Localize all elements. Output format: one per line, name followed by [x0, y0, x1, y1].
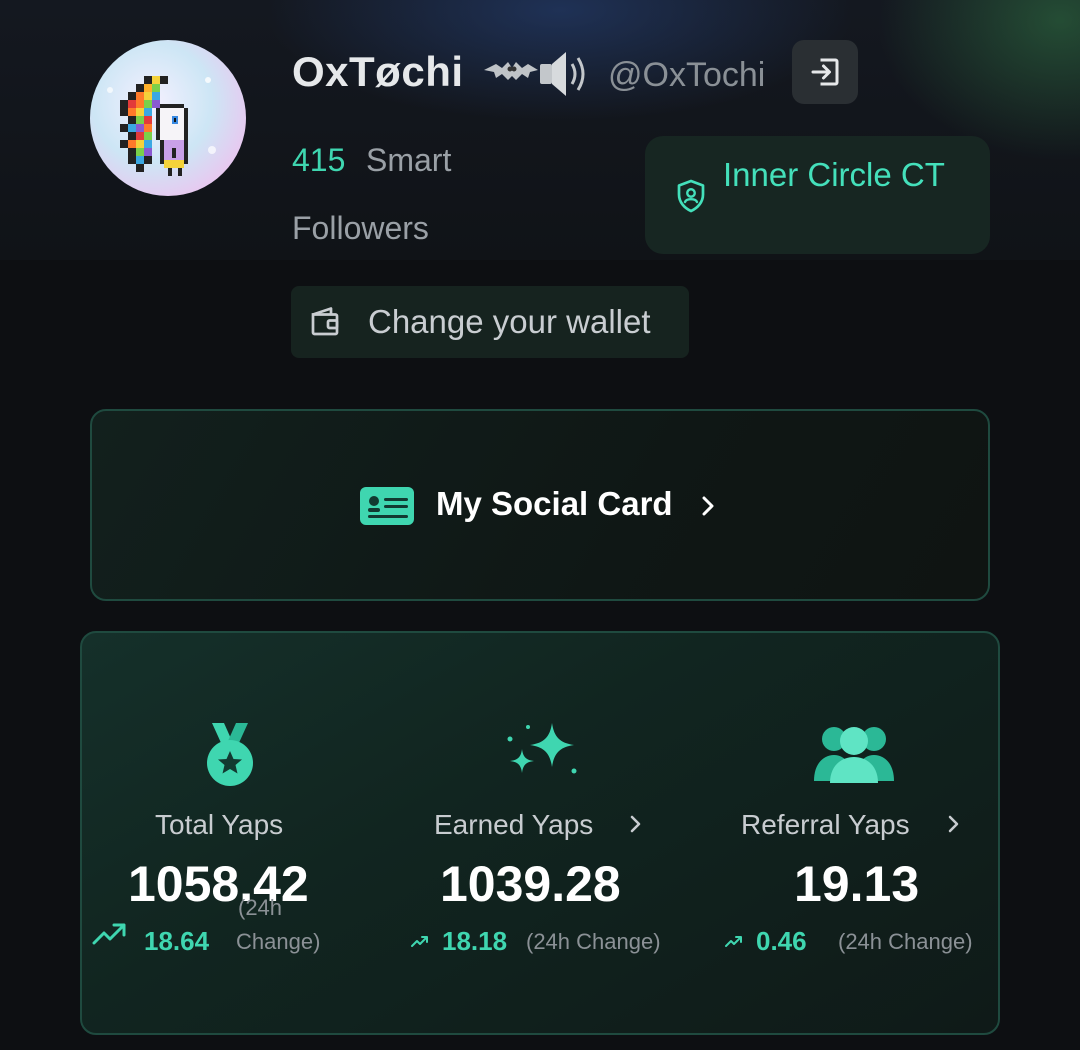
trending-up-icon: [411, 936, 428, 947]
inner-circle-badge[interactable]: Inner Circle CT: [645, 136, 990, 254]
smart-followers-count: 415: [292, 142, 346, 178]
profile-header: OxTøchi @OxTochi 415 Smart Followers Inn…: [0, 0, 1080, 380]
shield-icon: [677, 179, 705, 213]
earned-yaps-value: 1039.28: [440, 856, 621, 912]
wallet-icon: [311, 307, 339, 336]
earned-yaps-change: 18.18: [442, 926, 508, 956]
total-yaps-note-line1: (24h: [238, 895, 283, 920]
avatar-pixel-art: [107, 76, 216, 176]
referral-yaps-title[interactable]: Referral Yaps: [741, 809, 910, 841]
total-yaps-change: 18.64: [144, 926, 210, 956]
smart-followers-label: Smart: [366, 142, 452, 178]
my-social-card-label: My Social Card: [436, 485, 673, 522]
profile-handle[interactable]: @OxTochi: [608, 56, 765, 95]
total-yaps-note-line2: Change): [236, 929, 321, 954]
logout-button[interactable]: [792, 40, 858, 104]
speaker-emoji-icon: [540, 52, 585, 96]
followers-label: Followers: [292, 210, 429, 246]
referral-yaps-note: (24h Change): [838, 929, 973, 954]
total-yaps-title: Total Yaps: [155, 809, 284, 840]
trending-up-icon: [725, 936, 742, 947]
change-wallet-label: Change your wallet: [368, 303, 651, 340]
referral-yaps-value: 19.13: [794, 856, 920, 912]
users-icon: [814, 727, 894, 783]
logout-icon: [811, 58, 839, 86]
id-card-icon: [360, 487, 414, 525]
chevron-right-icon: [702, 496, 714, 516]
referral-yaps-change: 0.46: [756, 926, 807, 956]
trending-up-icon: [92, 923, 126, 945]
earned-yaps-chevron-icon[interactable]: [628, 813, 644, 835]
sparkles-icon: [507, 723, 577, 774]
medal-icon: [207, 723, 253, 786]
referral-yaps-chevron-icon[interactable]: [946, 813, 962, 835]
profile-name: OxTøchi: [292, 48, 464, 95]
avatar[interactable]: [90, 40, 246, 196]
change-wallet-button[interactable]: Change your wallet: [291, 286, 689, 358]
my-social-card-button[interactable]: My Social Card: [90, 409, 990, 601]
yaps-stats-panel: Total Yaps 1058.42 18.64 (24h Change) Ea…: [80, 631, 1000, 1035]
earned-yaps-note: (24h Change): [526, 929, 661, 954]
earned-yaps-title[interactable]: Earned Yaps: [434, 809, 593, 841]
inner-circle-label: Inner Circle CT: [723, 156, 945, 193]
